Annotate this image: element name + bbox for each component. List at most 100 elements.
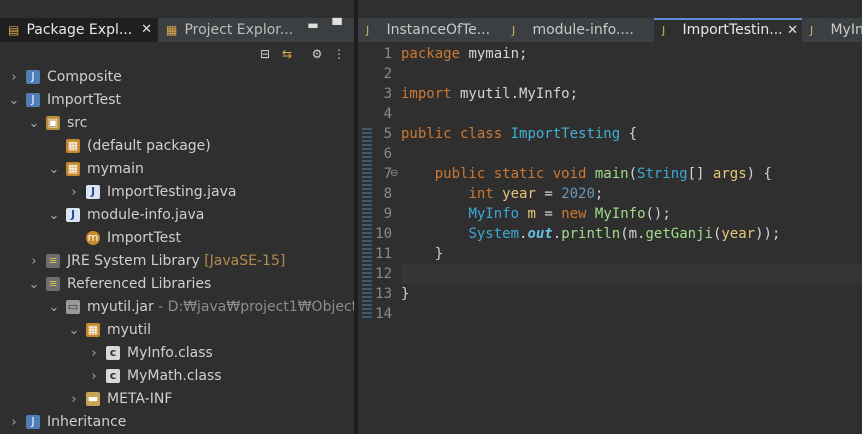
editor-tab-importtesting[interactable]: J ImportTestin... ✕ <box>654 18 802 42</box>
tree-item-jre-system-library[interactable]: › ≡ JRE System Library [JavaSE-15] <box>0 250 354 273</box>
type-name: System <box>468 226 520 242</box>
tree-item-module-importtest[interactable]: m ImportTest <box>0 227 354 250</box>
line-number: 8 <box>383 186 392 202</box>
expand-icon[interactable]: › <box>8 66 20 89</box>
code-line: public class ImportTesting { <box>401 124 637 144</box>
collapse-icon[interactable]: ⌄ <box>8 89 20 112</box>
type-name: String <box>637 166 688 182</box>
folder-icon: ▬ <box>86 392 100 406</box>
collapse-icon[interactable]: ⌄ <box>68 319 80 342</box>
tab-label: Package Expl... <box>26 22 133 38</box>
editor-tab-bar: J InstanceOfTe... J module-info.... J Im… <box>358 18 862 42</box>
editor-tab-instanceof[interactable]: J InstanceOfTe... <box>358 18 504 42</box>
line-number: 3 <box>383 86 392 102</box>
editor-tab-module-info[interactable]: J module-info.... <box>504 18 654 42</box>
minimize-icon[interactable]: ▬ <box>304 18 322 40</box>
project-icon: J <box>26 415 40 429</box>
tree-item-label: mymain <box>87 161 144 177</box>
editor-tab-label: module-info.... <box>532 22 634 38</box>
tree-item-myutil[interactable]: ⌄ ▦ myutil <box>0 319 354 342</box>
expand-icon[interactable]: › <box>68 388 80 411</box>
editor-tab-myinfo[interactable]: J MyInf <box>802 18 862 42</box>
number-literal: 2020 <box>561 186 595 202</box>
view-menu-icon[interactable]: ⋮ <box>330 45 348 63</box>
code-text: = <box>535 206 562 222</box>
code-line: package mymain; <box>401 44 527 64</box>
keyword: public static void <box>434 166 587 182</box>
tree-item-inheritance[interactable]: › J Inheritance <box>0 411 354 434</box>
code-text: (); <box>645 206 671 222</box>
tree-item-label: myutil.jar <box>87 299 154 315</box>
library-icon: ≡ <box>46 277 60 291</box>
tree-item-label: MyInfo.class <box>127 345 213 361</box>
tree-item-default-package[interactable]: ▦ (default package) <box>0 135 354 158</box>
project-icon: J <box>26 93 40 107</box>
close-icon[interactable]: ✕ <box>141 18 152 42</box>
tab-package-explorer[interactable]: ▤ Package Expl... ✕ <box>0 18 158 42</box>
code-text: ( <box>628 166 638 182</box>
java-editor: J InstanceOfTe... J module-info.... J Im… <box>358 0 862 434</box>
link-with-editor-icon[interactable]: ⇆ <box>278 45 296 63</box>
editor-tab-label: MyInf <box>830 22 862 38</box>
code-text: } <box>401 286 410 302</box>
code-line: } <box>401 284 409 304</box>
tree-item-meta-inf[interactable]: › ▬ META-INF <box>0 388 354 411</box>
tree-item-importtest[interactable]: ⌄ J ImportTest <box>0 89 354 112</box>
module-file-icon: J <box>512 24 516 37</box>
tree-item-importtesting-java[interactable]: › J ImportTesting.java <box>0 181 354 204</box>
collapse-icon[interactable]: ⌄ <box>48 204 60 227</box>
package-explorer-icon: ▤ <box>8 23 20 37</box>
tree-item-text: JRE System Library [JavaSE-15] <box>67 250 285 273</box>
code-text: ; <box>594 186 604 202</box>
collapse-icon[interactable]: ⌄ <box>28 112 40 135</box>
variable: m <box>527 206 536 222</box>
class-file-icon: c <box>106 346 120 360</box>
expand-icon[interactable]: › <box>8 411 20 434</box>
project-explorer-icon: ▦ <box>166 23 178 37</box>
constructor-name: MyInfo <box>594 206 646 222</box>
collapse-icon[interactable]: ⌄ <box>48 158 60 181</box>
expand-icon[interactable]: › <box>88 365 100 388</box>
tree-item-module-info-java[interactable]: ⌄ J module-info.java <box>0 204 354 227</box>
fold-toggle-icon[interactable]: ⊖ <box>390 164 398 184</box>
expand-icon[interactable]: › <box>68 181 80 204</box>
line-number: 1 <box>383 46 392 62</box>
tree-item-label: (default package) <box>87 138 211 154</box>
tree-item-label: ImportTesting.java <box>107 184 237 200</box>
expand-icon[interactable]: › <box>88 342 100 365</box>
class-file-icon: J <box>810 24 814 37</box>
change-ruler <box>362 126 372 318</box>
tree-item-referenced-libraries[interactable]: ⌄ ≡ Referenced Libraries <box>0 273 354 296</box>
line-number: 4 <box>383 106 392 122</box>
tab-project-explorer[interactable]: ▦ Project Explor... <box>158 18 298 42</box>
code-text: . <box>552 226 562 242</box>
java-file-icon: J <box>86 185 100 199</box>
expand-icon[interactable]: › <box>28 250 40 273</box>
code-area[interactable]: 1 2 3 4 5 6 7 ⊖ 8 9 10 11 12 13 14 packa… <box>358 42 862 434</box>
tree-item-myinfo-class[interactable]: › c MyInfo.class <box>0 342 354 365</box>
line-number: 7 <box>383 166 392 182</box>
tree-item-src[interactable]: ⌄ ▣ src <box>0 112 354 135</box>
close-icon[interactable]: ✕ <box>787 20 798 41</box>
tree-item-mymain[interactable]: ⌄ ▦ mymain <box>0 158 354 181</box>
tree-item-label: Composite <box>47 69 122 85</box>
java-file-icon: J <box>662 24 666 37</box>
code-line: System.out.println(m.getGanji(year)); <box>401 224 780 244</box>
maximize-icon[interactable]: ▀ <box>328 18 346 40</box>
tree-item-path: - D:₩java₩project1₩Object <box>158 299 358 315</box>
tree-item-label: src <box>67 115 88 131</box>
collapse-icon[interactable]: ⌄ <box>28 273 40 296</box>
collapse-all-icon[interactable]: ⊟ <box>256 45 274 63</box>
filter-icon[interactable]: ⚙ <box>308 45 326 63</box>
keyword: import <box>401 86 452 102</box>
editor-tab-label: InstanceOfTe... <box>386 22 491 38</box>
tree-item-myutil-jar[interactable]: ⌄ ▭ myutil.jar - D:₩java₩project1₩Object <box>0 296 358 319</box>
tree-item-composite[interactable]: › J Composite <box>0 66 354 89</box>
tree-item-mymath-class[interactable]: › c MyMath.class <box>0 365 354 388</box>
static-field: out <box>527 226 553 242</box>
tree-item-label: META-INF <box>107 391 173 407</box>
line-number: 11 <box>375 246 392 262</box>
collapse-icon[interactable]: ⌄ <box>48 296 60 319</box>
method-name: main <box>594 166 629 182</box>
parameter: args <box>712 166 747 182</box>
